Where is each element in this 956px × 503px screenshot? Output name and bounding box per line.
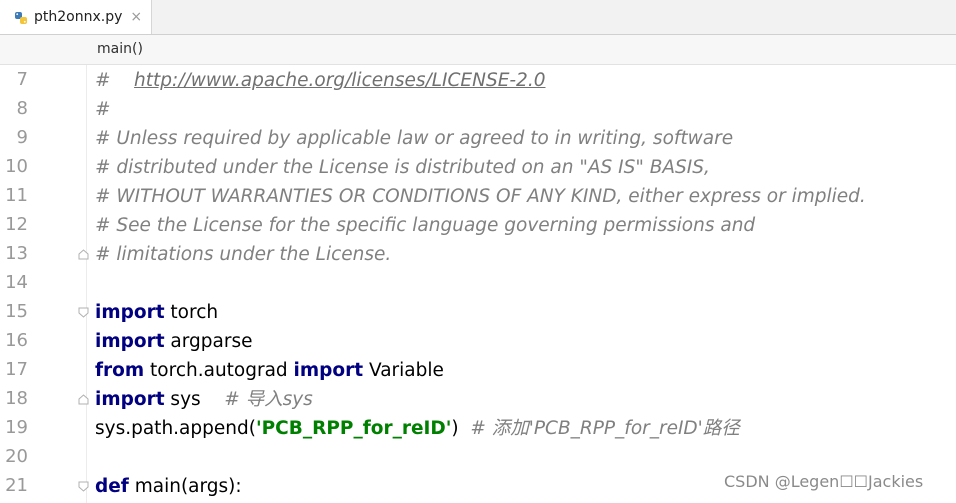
tab-filename: pth2onnx.py — [34, 9, 123, 25]
code-line: # distributed under the License is distr… — [95, 153, 710, 182]
code-line: # WITHOUT WARRANTIES OR CONDITIONS OF AN… — [95, 182, 866, 211]
code-line: from torch.autograd import Variable — [95, 356, 444, 385]
comment-token: # — [95, 70, 117, 91]
keyword-token: import — [95, 389, 165, 410]
code-line: import argparse — [95, 327, 253, 356]
string-token: 'PCB_RPP_for_reID' — [255, 418, 452, 439]
line-number: 8 — [16, 98, 28, 119]
line-number: 19 — [5, 417, 28, 438]
line-number: 21 — [5, 475, 28, 496]
comment-token: # 添加'PCB_RPP_for_reID'路径 — [470, 418, 740, 439]
line-number: 9 — [16, 127, 28, 148]
line-number: 15 — [5, 301, 28, 322]
comment-token: # — [95, 99, 111, 120]
code-token: torch — [164, 302, 219, 323]
line-number: 20 — [5, 446, 28, 467]
line-number: 7 — [16, 69, 28, 90]
comment-token: # distributed under the License is distr… — [95, 157, 710, 178]
code-token: Variable — [363, 360, 444, 381]
keyword-token: def — [95, 476, 129, 497]
keyword-token: import — [95, 331, 165, 352]
tab-pth2onnx[interactable]: pth2onnx.py × — [0, 0, 152, 34]
code-line: # http://www.apache.org/licenses/LICENSE… — [95, 66, 545, 95]
keyword-token: from — [95, 360, 145, 381]
keyword-token: import — [95, 302, 165, 323]
comment-token[interactable]: http://www.apache.org/licenses/LICENSE-2… — [134, 70, 545, 91]
code-token: sys — [164, 389, 225, 410]
comment-token: # Unless required by applicable law or a… — [95, 128, 734, 149]
line-number: 17 — [5, 359, 28, 380]
python-file-icon — [14, 10, 28, 24]
line-number: 13 — [5, 243, 28, 264]
code-token: main(args): — [128, 476, 242, 497]
line-number: 10 — [5, 156, 28, 177]
code-line: # limitations under the License. — [95, 240, 391, 269]
line-number: 16 — [5, 330, 28, 351]
line-number: 11 — [5, 185, 28, 206]
code-line: # — [95, 95, 111, 124]
code-token: argparse — [164, 331, 253, 352]
code-line: # See the License for the specific langu… — [95, 211, 755, 240]
fold-marker-icon[interactable] — [78, 481, 89, 492]
close-icon[interactable]: × — [130, 10, 142, 24]
code-token: torch.autograd — [144, 360, 294, 381]
fold-marker-icon[interactable] — [78, 249, 89, 260]
comment-token: # See the License for the specific langu… — [95, 215, 756, 236]
code-line: import torch — [95, 298, 218, 327]
breadcrumb-item-main[interactable]: main() — [97, 41, 143, 57]
comment-token — [116, 70, 134, 91]
line-number: 14 — [5, 272, 28, 293]
comment-token: # limitations under the License. — [95, 244, 392, 265]
breadcrumb: main() — [0, 35, 956, 65]
fold-marker-icon[interactable] — [78, 394, 89, 405]
code-editor[interactable]: # http://www.apache.org/licenses/LICENSE… — [95, 65, 956, 503]
code-line: import sys # 导入sys — [95, 385, 313, 414]
line-number: 18 — [5, 388, 28, 409]
keyword-token: import — [293, 360, 364, 381]
fold-marker-icon[interactable] — [78, 307, 89, 318]
code-token: ) — [451, 418, 471, 439]
comment-token: # 导入sys — [224, 389, 313, 410]
code-token: sys.path.append( — [95, 418, 256, 439]
comment-token: # WITHOUT WARRANTIES OR CONDITIONS OF AN… — [95, 186, 866, 207]
code-line: def main(args): — [95, 472, 242, 501]
editor-tab-bar: pth2onnx.py × — [0, 0, 956, 35]
line-number: 12 — [5, 214, 28, 235]
code-line: # Unless required by applicable law or a… — [95, 124, 733, 153]
line-number-gutter: 7 8 9 10 11 12 13 14 15 16 17 18 19 20 21 — [0, 65, 89, 503]
code-line: sys.path.append('PCB_RPP_for_reID') # 添加… — [95, 414, 740, 443]
watermark: CSDN @Legen☐☐Jackies — [724, 472, 924, 491]
